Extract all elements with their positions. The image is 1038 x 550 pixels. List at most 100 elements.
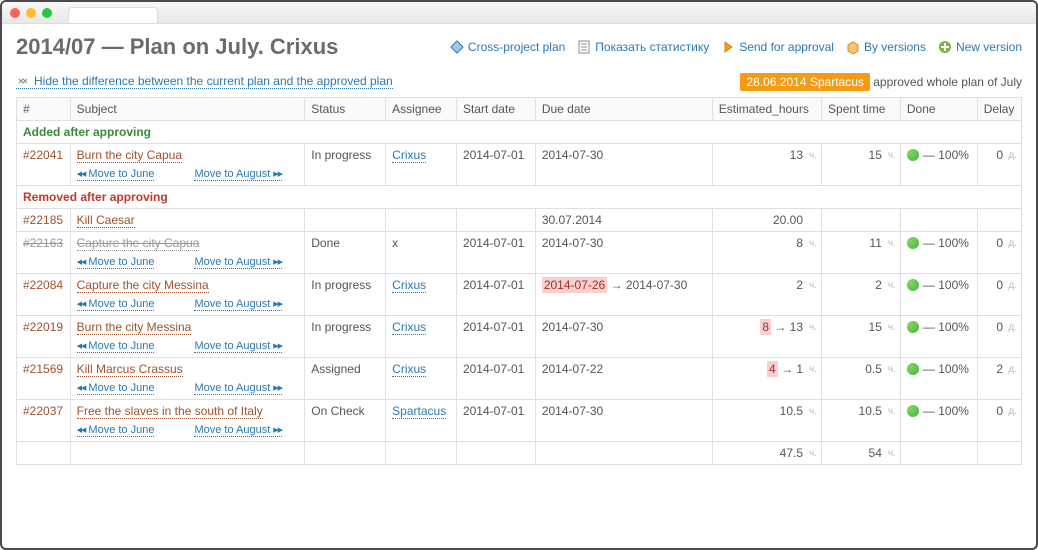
move-prev-link[interactable]: Move to June	[77, 256, 155, 269]
cell-id: #22041	[17, 144, 71, 186]
assignee-link[interactable]: Spartacus	[392, 404, 446, 419]
plus-icon	[938, 40, 952, 54]
header-row: # Subject Status Assignee Start date Due…	[17, 98, 1022, 121]
link-label: By versions	[864, 40, 926, 54]
minimize-icon[interactable]	[26, 8, 36, 18]
cell-status: On Check	[305, 400, 386, 442]
link-label: Hide the difference between the current …	[34, 74, 393, 88]
move-next-link[interactable]: Move to August	[194, 298, 282, 311]
move-prev-link[interactable]: Move to June	[77, 382, 155, 395]
link-label: New version	[956, 40, 1022, 54]
cell-subject: Kill Caesar	[70, 209, 305, 232]
maximize-icon[interactable]	[42, 8, 52, 18]
issue-id-link[interactable]: #22041	[23, 148, 63, 162]
table-row: #22084 Capture the city Messina Move to …	[17, 274, 1022, 316]
move-next-link[interactable]: Move to August	[194, 382, 282, 395]
issue-id-link[interactable]: #22084	[23, 278, 63, 292]
total-est: 47.5ч.	[712, 442, 821, 465]
link-label: Показать статистику	[595, 40, 709, 54]
cell-id: #22185	[17, 209, 71, 232]
cell-id: #22163	[17, 232, 71, 274]
issue-id-link[interactable]: #22163	[23, 236, 63, 250]
approval-text: approved whole plan of July	[873, 75, 1022, 89]
cell-due: 30.07.2014	[535, 209, 712, 232]
move-next-link[interactable]: Move to August	[194, 340, 282, 353]
done-indicator-icon	[907, 149, 919, 161]
move-links: Move to June Move to August	[77, 168, 299, 181]
move-prev-link[interactable]: Move to June	[77, 424, 155, 437]
move-next-link[interactable]: Move to August	[194, 256, 282, 269]
issue-id-link[interactable]: #22019	[23, 320, 63, 334]
col-start[interactable]: Start date	[456, 98, 535, 121]
diff-old: 2014-07-26	[542, 277, 607, 293]
by-versions-link[interactable]: By versions	[846, 40, 926, 54]
hide-diff-link[interactable]: Hide the difference between the current …	[16, 74, 393, 89]
cell-status: Done	[305, 232, 386, 274]
play-icon	[721, 40, 735, 54]
done-indicator-icon	[907, 363, 919, 375]
done-text: — 100%	[923, 236, 969, 250]
show-stats-link[interactable]: Показать статистику	[577, 40, 709, 54]
col-due[interactable]: Due date	[535, 98, 712, 121]
header-links: Cross-project plan Показать статистику S…	[450, 40, 1022, 54]
issue-id-link[interactable]: #22185	[23, 213, 63, 227]
browser-tab[interactable]	[68, 7, 158, 23]
cell-status: Assigned	[305, 358, 386, 400]
assignee-link[interactable]: Crixus	[392, 362, 426, 377]
section-label: Removed after approving	[17, 186, 1022, 209]
cell-spent: 11ч.	[822, 232, 901, 274]
assignee-link[interactable]: Crixus	[392, 278, 426, 293]
done-indicator-icon	[907, 321, 919, 333]
issue-link[interactable]: Kill Caesar	[77, 213, 135, 228]
issue-link[interactable]: Burn the city Capua	[77, 148, 182, 163]
cell-due: 2014-07-30	[535, 232, 712, 274]
new-version-link[interactable]: New version	[938, 40, 1022, 54]
box-icon	[846, 40, 860, 54]
move-prev-link[interactable]: Move to June	[77, 168, 155, 181]
move-prev-link[interactable]: Move to June	[77, 298, 155, 311]
move-links: Move to June Move to August	[77, 256, 299, 269]
move-next-link[interactable]: Move to August	[194, 424, 282, 437]
totals-row: 47.5ч. 54ч.	[17, 442, 1022, 465]
col-est[interactable]: Estimated_hours	[712, 98, 821, 121]
col-subject[interactable]: Subject	[70, 98, 305, 121]
assignee-link[interactable]: Crixus	[392, 148, 426, 163]
plan-table: # Subject Status Assignee Start date Due…	[16, 97, 1022, 465]
cross-project-link[interactable]: Cross-project plan	[450, 40, 565, 54]
cell-subject: Free the slaves in the south of Italy Mo…	[70, 400, 305, 442]
done-text: — 100%	[923, 404, 969, 418]
move-links: Move to June Move to August	[77, 424, 299, 437]
cell-assignee: Crixus	[386, 274, 457, 316]
issue-link[interactable]: Capture the city Messina	[77, 278, 209, 293]
col-spent[interactable]: Spent time	[822, 98, 901, 121]
col-assignee[interactable]: Assignee	[386, 98, 457, 121]
issue-id-link[interactable]: #22037	[23, 404, 63, 418]
issue-link[interactable]: Burn the city Messina	[77, 320, 192, 335]
cell-done: — 100%	[900, 358, 977, 400]
col-id[interactable]: #	[17, 98, 71, 121]
col-status[interactable]: Status	[305, 98, 386, 121]
send-approval-link[interactable]: Send for approval	[721, 40, 834, 54]
cell-est: 13ч.	[712, 144, 821, 186]
cell-start: 2014-07-01	[456, 144, 535, 186]
done-text: — 100%	[923, 278, 969, 292]
link-label: Send for approval	[739, 40, 834, 54]
cell-delay: 0д.	[977, 144, 1021, 186]
issue-link[interactable]: Free the slaves in the south of Italy	[77, 404, 263, 419]
issue-link[interactable]: Kill Marcus Crassus	[77, 362, 183, 377]
move-links: Move to June Move to August	[77, 298, 299, 311]
table-row: #22185 Kill Caesar 30.07.2014 20.00	[17, 209, 1022, 232]
cell-done: — 100%	[900, 400, 977, 442]
cell-spent: 15ч.	[822, 316, 901, 358]
section-removed: Removed after approving	[17, 186, 1022, 209]
col-delay[interactable]: Delay	[977, 98, 1021, 121]
assignee-link[interactable]: Crixus	[392, 320, 426, 335]
col-done[interactable]: Done	[900, 98, 977, 121]
move-prev-link[interactable]: Move to June	[77, 340, 155, 353]
done-indicator-icon	[907, 237, 919, 249]
move-next-link[interactable]: Move to August	[194, 168, 282, 181]
cell-subject: Burn the city Messina Move to June Move …	[70, 316, 305, 358]
issue-id-link[interactable]: #21569	[23, 362, 63, 376]
close-icon[interactable]	[10, 8, 20, 18]
issue-link[interactable]: Capture the city Capua	[77, 236, 200, 251]
